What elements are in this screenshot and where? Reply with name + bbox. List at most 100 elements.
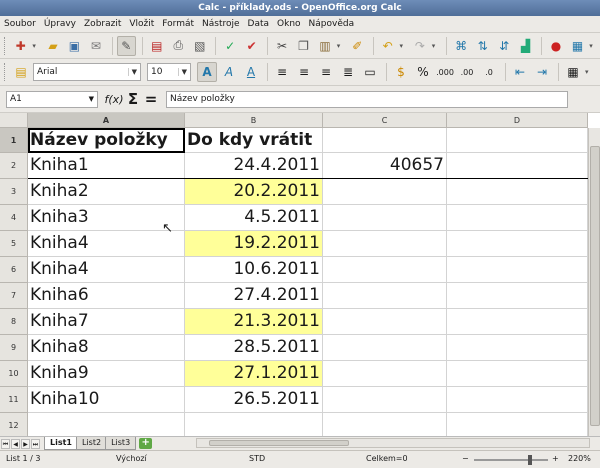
cell-c12[interactable] bbox=[323, 413, 447, 436]
cell-a10[interactable]: Kniha9 bbox=[28, 361, 185, 387]
italic-icon[interactable]: A bbox=[219, 62, 239, 82]
cell-c4[interactable] bbox=[323, 205, 447, 231]
new-document-icon[interactable]: ✚ bbox=[11, 36, 30, 56]
decrease-indent-icon[interactable]: ⇤ bbox=[510, 62, 530, 82]
cell-c6[interactable] bbox=[323, 257, 447, 283]
cell-b4[interactable]: 4.5.2011 bbox=[185, 205, 323, 231]
row-header-10[interactable]: 10 bbox=[0, 361, 28, 387]
menu-upravy[interactable]: Úpravy bbox=[44, 19, 76, 29]
sheet-tab-list3[interactable]: List3 bbox=[105, 437, 137, 450]
function-icon[interactable]: = bbox=[142, 90, 160, 108]
last-sheet-icon[interactable]: ⏭ bbox=[31, 438, 40, 449]
row-header-8[interactable]: 8 bbox=[0, 309, 28, 335]
row-header-11[interactable]: 11 bbox=[0, 387, 28, 413]
export-pdf-icon[interactable]: ▤ bbox=[147, 36, 166, 56]
select-all-corner[interactable] bbox=[0, 113, 28, 128]
chart-icon[interactable]: ▟ bbox=[516, 36, 535, 56]
cell-b2[interactable]: 24.4.2011 bbox=[185, 153, 323, 179]
cell-d5[interactable] bbox=[447, 231, 588, 257]
column-header-b[interactable]: B bbox=[185, 113, 323, 128]
cell-c9[interactable] bbox=[323, 335, 447, 361]
zoom-slider[interactable] bbox=[474, 459, 548, 461]
row-header-2[interactable]: 2 bbox=[0, 153, 28, 179]
sort-ascending-icon[interactable]: ⇅ bbox=[473, 36, 492, 56]
menu-okno[interactable]: Okno bbox=[277, 19, 301, 29]
cell-b8[interactable]: 21.3.2011 bbox=[185, 309, 323, 335]
borders-icon[interactable]: ▦ bbox=[563, 62, 583, 82]
menu-format[interactable]: Formát bbox=[162, 19, 194, 29]
currency-icon[interactable]: $ bbox=[391, 62, 411, 82]
horizontal-scrollbar[interactable] bbox=[196, 438, 590, 448]
bold-icon[interactable]: A bbox=[197, 62, 217, 82]
sum-icon[interactable]: Σ bbox=[124, 90, 142, 108]
next-sheet-icon[interactable]: ▶ bbox=[21, 438, 30, 449]
sort-descending-icon[interactable]: ⇵ bbox=[494, 36, 513, 56]
cell-d10[interactable] bbox=[447, 361, 588, 387]
align-right-icon[interactable]: ≡ bbox=[316, 62, 336, 82]
print-icon[interactable]: ⎙ bbox=[169, 36, 188, 56]
edit-file-icon[interactable]: ✎ bbox=[116, 35, 137, 56]
row-header-7[interactable]: 7 bbox=[0, 283, 28, 309]
cell-b10[interactable]: 27.1.2011 bbox=[185, 361, 323, 387]
toolbar-grip[interactable] bbox=[4, 36, 7, 55]
cell-d12[interactable] bbox=[447, 413, 588, 436]
cell-a6[interactable]: Kniha4 bbox=[28, 257, 185, 283]
cell-c5[interactable] bbox=[323, 231, 447, 257]
open-folder-icon[interactable]: ▰ bbox=[43, 36, 62, 56]
font-size-combo[interactable]: 10 ▼ bbox=[147, 63, 191, 81]
autospellcheck-icon[interactable]: ✔ bbox=[242, 36, 261, 56]
copy-icon[interactable]: ❐ bbox=[294, 36, 313, 56]
cell-b5[interactable]: 19.2.2011 bbox=[185, 231, 323, 257]
standard-format-icon[interactable]: .000 bbox=[435, 62, 455, 82]
cell-d9[interactable] bbox=[447, 335, 588, 361]
navigator-icon[interactable]: ● bbox=[546, 36, 565, 56]
percent-icon[interactable]: % bbox=[413, 62, 433, 82]
paste-dropdown-icon[interactable]: ▾ bbox=[337, 42, 345, 50]
cell-c3[interactable] bbox=[323, 179, 447, 205]
font-name-combo[interactable]: Arial ▼ bbox=[33, 63, 141, 81]
cell-b12[interactable] bbox=[185, 413, 323, 436]
cell-d8[interactable] bbox=[447, 309, 588, 335]
cell-c2[interactable]: 40657 bbox=[323, 153, 447, 179]
row-header-12[interactable]: 12 bbox=[0, 413, 28, 436]
sheet-tab-list2[interactable]: List2 bbox=[76, 437, 108, 450]
cell-d4[interactable] bbox=[447, 205, 588, 231]
row-header-1[interactable]: 1 bbox=[0, 128, 28, 153]
styles-icon[interactable]: ▤ bbox=[11, 62, 31, 82]
new-dropdown-icon[interactable]: ▾ bbox=[32, 42, 40, 50]
column-header-c[interactable]: C bbox=[323, 113, 447, 128]
cell-a2[interactable]: Kniha1 bbox=[28, 153, 185, 179]
status-mode[interactable]: STD bbox=[249, 454, 265, 463]
cell-b9[interactable]: 28.5.2011 bbox=[185, 335, 323, 361]
menu-zobrazit[interactable]: Zobrazit bbox=[84, 19, 121, 29]
menu-nastroje[interactable]: Nástroje bbox=[202, 19, 240, 29]
toolbar-grip-2[interactable] bbox=[4, 63, 7, 81]
cell-c1[interactable] bbox=[323, 128, 447, 153]
row-header-9[interactable]: 9 bbox=[0, 335, 28, 361]
paste-icon[interactable]: ▥ bbox=[315, 36, 334, 56]
increase-indent-icon[interactable]: ⇥ bbox=[532, 62, 552, 82]
undo-dropdown-icon[interactable]: ▾ bbox=[399, 42, 407, 50]
cell-b6[interactable]: 10.6.2011 bbox=[185, 257, 323, 283]
menu-soubor[interactable]: Soubor bbox=[4, 19, 36, 29]
menu-data[interactable]: Data bbox=[248, 19, 270, 29]
format-paintbrush-icon[interactable]: ✐ bbox=[348, 36, 367, 56]
gallery-icon[interactable]: ▦ bbox=[568, 36, 587, 56]
cell-a11[interactable]: Kniha10 bbox=[28, 387, 185, 413]
sheet-tab-list1[interactable]: List1 bbox=[44, 437, 78, 450]
cell-b3[interactable]: 20.2.2011 bbox=[185, 179, 323, 205]
function-wizard-icon[interactable]: f(x) bbox=[104, 93, 124, 106]
cell-b1[interactable]: Do kdy vrátit bbox=[185, 128, 323, 153]
undo-icon[interactable]: ↶ bbox=[378, 36, 397, 56]
zoom-in-icon[interactable]: + bbox=[552, 454, 559, 463]
borders-dropdown-icon[interactable]: ▾ bbox=[585, 68, 593, 76]
zoom-slider-knob[interactable] bbox=[528, 455, 532, 465]
row-header-4[interactable]: 4 bbox=[0, 205, 28, 231]
hyperlink-icon[interactable]: ⌘ bbox=[451, 36, 470, 56]
redo-dropdown-icon[interactable]: ▾ bbox=[432, 42, 440, 50]
align-left-icon[interactable]: ≡ bbox=[272, 62, 292, 82]
column-header-a[interactable]: A bbox=[28, 113, 185, 128]
menu-napoveda[interactable]: Nápověda bbox=[309, 19, 355, 29]
justify-icon[interactable]: ≣ bbox=[338, 62, 358, 82]
add-sheet-icon[interactable]: + bbox=[139, 438, 153, 449]
